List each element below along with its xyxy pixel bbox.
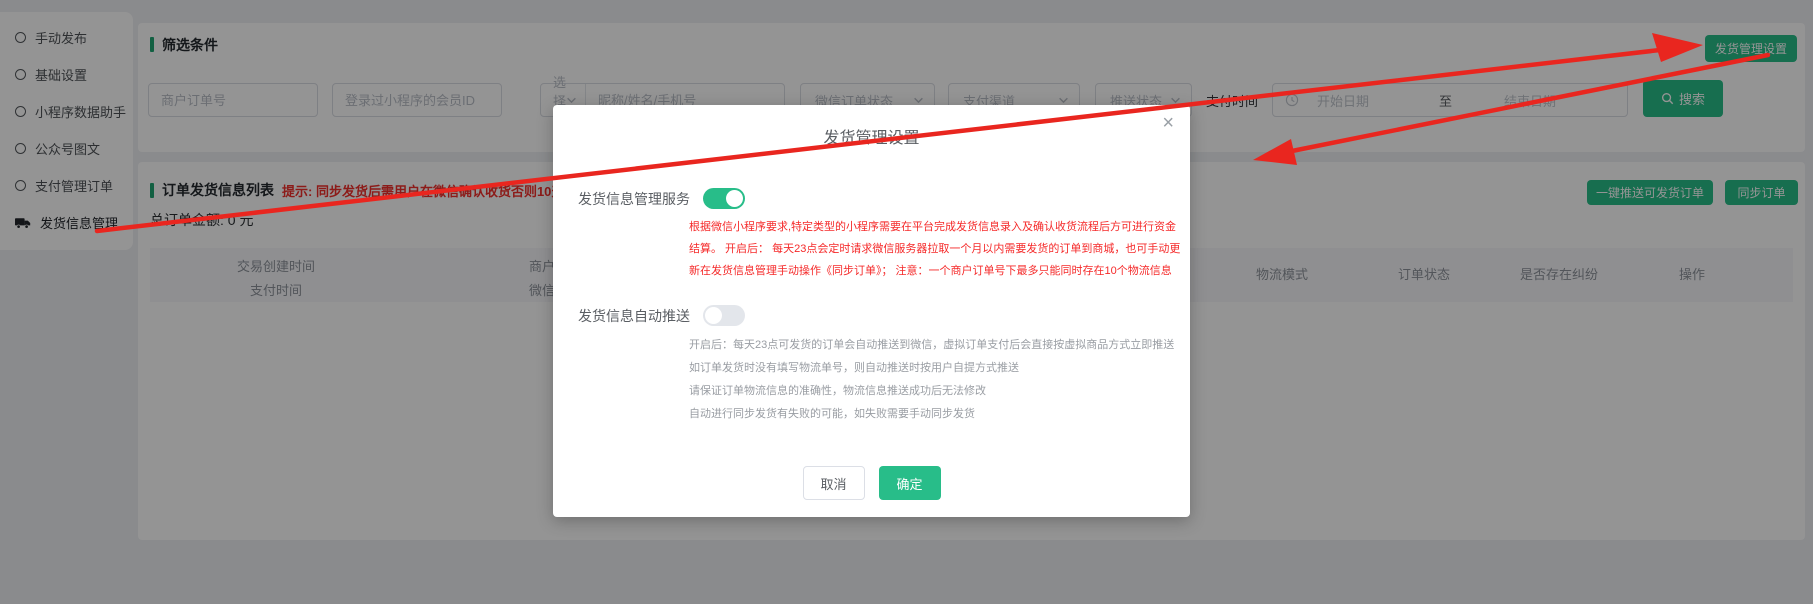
auto-push-label: 发货信息自动推送 <box>578 306 690 326</box>
dialog-title: 发货管理设置 <box>553 124 1190 148</box>
confirm-button[interactable]: 确定 <box>879 466 941 500</box>
toggle-knob <box>726 190 743 207</box>
dialog-footer: 取消 确定 <box>553 466 1190 500</box>
page: 手动发布 基础设置 小程序数据助手 公众号图文 支付管理订单 发货信息管理 <box>0 0 1813 604</box>
auto-push-desc-line: 自动进行同步发货有失败的可能，如失败需要手动同步发货 <box>689 405 975 421</box>
auto-push-desc-line: 开启后：每天23点可发货的订单会自动推送到微信，虚拟订单支付后会直接按虚拟商品方… <box>689 336 1174 352</box>
auto-push-desc-line: 如订单发货时没有填写物流单号，则自动推送时按用户自提方式推送 <box>689 359 1019 375</box>
auto-push-toggle[interactable] <box>703 305 745 326</box>
service-toggle[interactable] <box>703 188 745 209</box>
cancel-button[interactable]: 取消 <box>803 466 865 500</box>
toggle-knob <box>705 307 722 324</box>
close-icon[interactable]: × <box>1162 113 1174 133</box>
shipping-settings-dialog: 发货管理设置 × 发货信息管理服务 根据微信小程序要求,特定类型的小程序需要在平… <box>553 105 1190 517</box>
service-label: 发货信息管理服务 <box>578 189 690 209</box>
service-desc-line: 新在发货信息管理手动操作《同步订单》； 注意：一个商户订单号下最多只能同时存在1… <box>689 262 1172 278</box>
auto-push-desc-line: 请保证订单物流信息的准确性，物流信息推送成功后无法修改 <box>689 382 986 398</box>
service-desc-line: 根据微信小程序要求,特定类型的小程序需要在平台完成发货信息录入及确认收货流程后方… <box>689 218 1176 234</box>
service-desc-line: 结算。 开启后： 每天23点会定时请求微信服务器拉取一个月以内需要发货的订单到商… <box>689 240 1180 256</box>
